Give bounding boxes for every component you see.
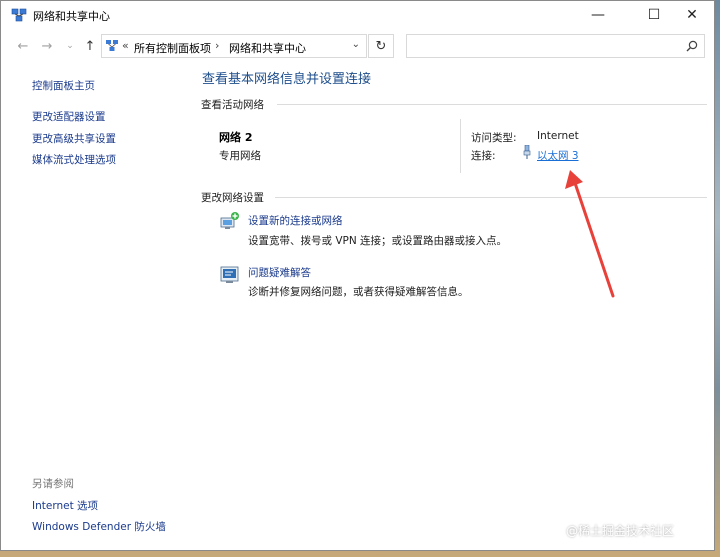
troubleshoot-problems-description: 诊断并修复网络问题，或者获得疑难解答信息。 [248,286,469,298]
connections-label: 连接: [471,150,496,162]
breadcrumb-separator-icon[interactable]: › [215,39,219,52]
minimize-button[interactable]: — [575,1,621,29]
network-center-icon [11,8,27,22]
network-sharing-center-window: 网络和共享中心 — ☐ ✕ ← → ⌄ ↑ « 所有控制面板项 › 网络和共享中… [0,0,715,551]
internet-options-link[interactable]: Internet 选项 [32,498,98,513]
media-streaming-options-link[interactable]: 媒体流式处理选项 [32,152,116,167]
control-panel-home-link[interactable]: 控制面板主页 [32,78,95,93]
new-connection-icon [220,212,239,229]
title-bar: 网络和共享中心 — ☐ ✕ [1,1,714,29]
vertical-divider [460,119,461,173]
address-bar[interactable]: « 所有控制面板项 › 网络和共享中心 ⌄ [101,34,367,58]
chevron-down-icon[interactable]: ⌄ [352,39,360,50]
close-button[interactable]: ✕ [669,1,715,29]
search-box[interactable] [406,34,705,58]
forward-button[interactable]: → [38,37,56,55]
back-button[interactable]: ← [14,37,32,55]
network-name: 网络 2 [219,131,253,144]
breadcrumb-all-control-panel-items[interactable]: 所有控制面板项 [134,40,211,56]
watermark-text: @稀土掘金技术社区 [566,524,675,538]
control-panel-icon [106,40,118,51]
access-type-value: Internet [537,130,579,142]
access-type-label: 访问类型: [471,132,517,144]
refresh-button[interactable]: ↻ [368,34,394,58]
section-divider [277,104,707,105]
troubleshoot-problems-link[interactable]: 问题疑难解答 [248,265,311,280]
change-network-settings-header: 更改网络设置 [201,192,264,204]
search-input[interactable] [411,38,675,56]
see-also-heading: 另请参阅 [32,478,74,490]
setup-new-connection-description: 设置宽带、拨号或 VPN 连接；或设置路由器或接入点。 [248,235,508,247]
change-advanced-sharing-link[interactable]: 更改高级共享设置 [32,131,116,146]
network-type-link[interactable]: 专用网络 [219,148,261,163]
window-title: 网络和共享中心 [33,10,110,23]
active-networks-header: 查看活动网络 [201,99,264,111]
troubleshoot-icon [220,266,239,283]
search-icon[interactable] [686,40,698,52]
breadcrumb-overflow-icon[interactable]: « [122,39,129,52]
ethernet-icon [523,145,531,159]
recent-locations-button[interactable]: ⌄ [61,37,79,55]
breadcrumb-network-sharing-center[interactable]: 网络和共享中心 [229,40,306,56]
navigation-bar: ← → ⌄ ↑ « 所有控制面板项 › 网络和共享中心 ⌄ ↻ [1,31,714,61]
windows-defender-firewall-link[interactable]: Windows Defender 防火墙 [32,519,166,534]
page-title: 查看基本网络信息并设置连接 [202,72,372,87]
left-pane: 控制面板主页 更改适配器设置 更改高级共享设置 媒体流式处理选项 另请参阅 In… [1,61,191,552]
section-divider [275,197,707,198]
annotation-arrow-icon [565,170,615,298]
ethernet-connection-link[interactable]: 以太网 3 [537,148,579,163]
setup-new-connection-link[interactable]: 设置新的连接或网络 [248,213,343,228]
change-adapter-settings-link[interactable]: 更改适配器设置 [32,109,106,124]
up-button[interactable]: ↑ [81,37,99,55]
